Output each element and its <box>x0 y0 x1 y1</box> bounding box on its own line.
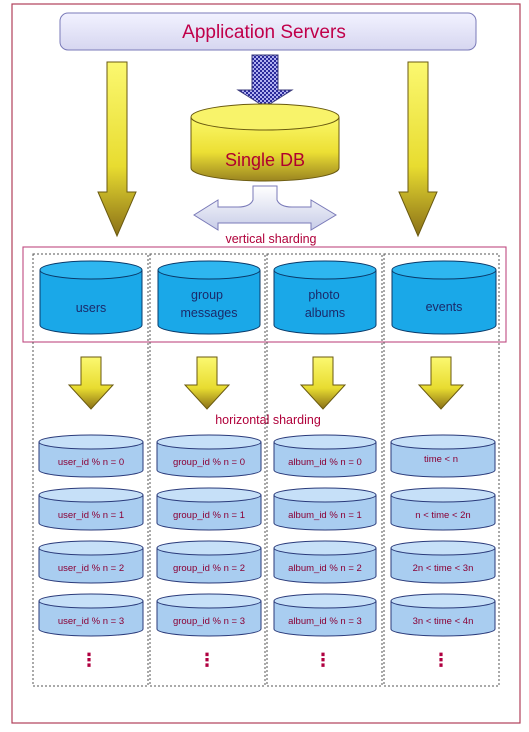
center-down-arrow <box>236 54 294 108</box>
shard-photo-albums-0: album_id % n = 0 <box>273 434 377 478</box>
shard-label: album_id % n = 2 <box>288 563 362 574</box>
shard-users-3: user_id % n = 3 <box>38 593 144 637</box>
cylinder-group-messages-label-2: messages <box>181 306 238 320</box>
shard-users-0: user_id % n = 0 <box>38 434 144 478</box>
shard-label: user_id % n = 1 <box>58 510 124 521</box>
shard-label: album_id % n = 0 <box>288 457 362 468</box>
cylinder-events: events <box>391 260 497 335</box>
shard-label: 2n < time < 3n <box>413 563 474 574</box>
shard-events-1: n < time < 2n <box>390 487 496 531</box>
cylinder-photo-albums: photo albums <box>273 260 377 335</box>
shard-group-messages-2: group_id % n = 2 <box>156 540 262 584</box>
ellipsis-group-messages: ⋮ <box>198 650 216 670</box>
right-down-arrow <box>398 61 438 238</box>
shard-group-messages-1: group_id % n = 1 <box>156 487 262 531</box>
shard-label: group_id % n = 1 <box>173 510 245 521</box>
cylinder-events-label-1: events <box>426 300 463 314</box>
ellipsis-photo-albums: ⋮ <box>314 650 332 670</box>
shard-label: time < n <box>424 454 458 465</box>
shard-photo-albums-2: album_id % n = 2 <box>273 540 377 584</box>
shard-label: 3n < time < 4n <box>413 616 474 627</box>
shard-users-1: user_id % n = 1 <box>38 487 144 531</box>
shard-label: user_id % n = 3 <box>58 616 124 627</box>
single-db-cylinder: Single DB <box>190 103 340 182</box>
shard-events-3: 3n < time < 4n <box>390 593 496 637</box>
application-servers-box: Application Servers <box>59 12 477 51</box>
cylinder-photo-albums-label-2: albums <box>305 306 345 320</box>
shard-photo-albums-3: album_id % n = 3 <box>273 593 377 637</box>
ellipsis-events: ⋮ <box>432 650 450 670</box>
shard-label: group_id % n = 3 <box>173 616 245 627</box>
arrow-photo-albums-down <box>299 356 347 410</box>
shard-group-messages-0: group_id % n = 0 <box>156 434 262 478</box>
shard-label: user_id % n = 0 <box>58 457 124 468</box>
shard-group-messages-3: group_id % n = 3 <box>156 593 262 637</box>
arrow-group-messages-down <box>183 356 231 410</box>
arrow-events-down <box>417 356 465 410</box>
single-db-label: Single DB <box>225 150 305 170</box>
vertical-sharding-label: vertical sharding <box>225 232 316 246</box>
left-down-arrow <box>97 61 137 238</box>
ellipsis-users: ⋮ <box>80 650 98 670</box>
shard-label: album_id % n = 1 <box>288 510 362 521</box>
cylinder-group-messages-label-1: group <box>191 288 223 302</box>
shard-users-2: user_id % n = 2 <box>38 540 144 584</box>
shard-label: group_id % n = 0 <box>173 457 245 468</box>
title-text: Application Servers <box>182 22 346 43</box>
cylinder-users-label-1: users <box>76 301 107 315</box>
shard-photo-albums-1: album_id % n = 1 <box>273 487 377 531</box>
shard-events-0: time < n <box>390 434 496 478</box>
shard-label: n < time < 2n <box>415 510 470 521</box>
shard-label: user_id % n = 2 <box>58 563 124 574</box>
sharding-diagram: Application Servers Single DB vertical s… <box>11 3 521 724</box>
shard-label: album_id % n = 3 <box>288 616 362 627</box>
arrow-users-down <box>67 356 115 410</box>
shard-label: group_id % n = 2 <box>173 563 245 574</box>
split-arrow <box>193 185 337 231</box>
horizontal-sharding-label: horizontal sharding <box>215 413 321 427</box>
cylinder-photo-albums-label-1: photo <box>308 288 339 302</box>
cylinder-group-messages: group messages <box>157 260 261 335</box>
shard-events-2: 2n < time < 3n <box>390 540 496 584</box>
cylinder-users: users <box>39 260 143 335</box>
